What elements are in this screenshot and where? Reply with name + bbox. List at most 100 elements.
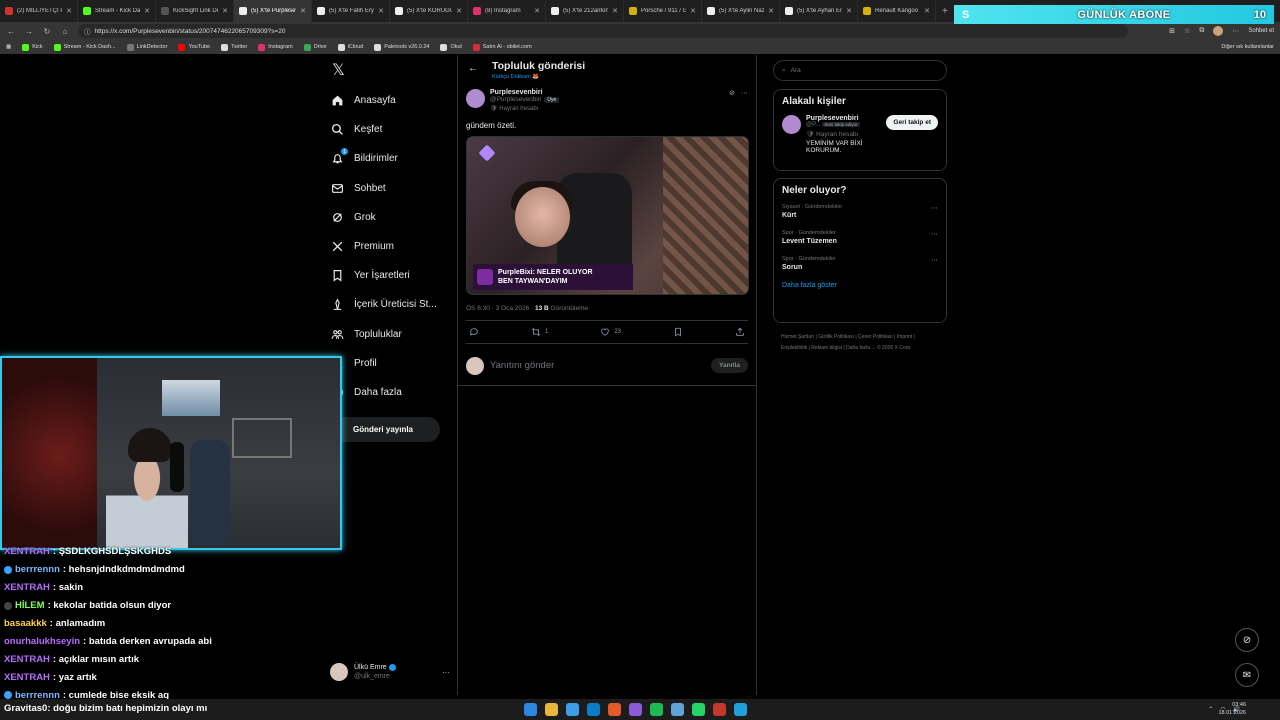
- repost-action[interactable]: 1: [531, 327, 548, 337]
- whatsapp-icon[interactable]: [692, 703, 705, 716]
- close-icon[interactable]: ✕: [768, 7, 774, 15]
- reply-action[interactable]: [469, 327, 479, 337]
- bookmark-item[interactable]: Drive: [303, 43, 327, 51]
- related-avatar[interactable]: [782, 115, 801, 134]
- bookmark-item[interactable]: YouTube: [178, 43, 210, 51]
- trend-item[interactable]: Siyaset · Gündemdekiler Kürt ⋯: [782, 204, 938, 219]
- related-handle[interactable]: @P...: [806, 122, 820, 128]
- post-button[interactable]: Gönderi yayınla: [326, 417, 440, 442]
- home-icon[interactable]: ⌂: [60, 27, 70, 36]
- nav-item-anasayfa[interactable]: Anasayfa: [326, 86, 456, 115]
- nav-item-bildirimler[interactable]: 1 Bildirimler: [326, 144, 456, 173]
- close-icon[interactable]: ✕: [612, 7, 618, 15]
- nav-item-topluluklar[interactable]: Topluluklar: [326, 320, 456, 349]
- nav-item-sohbet[interactable]: Sohbet: [326, 174, 456, 203]
- url-input[interactable]: ⓘ https://x.com/Purplesevenbiri/status/2…: [78, 24, 1128, 38]
- close-icon[interactable]: ✕: [378, 7, 384, 15]
- grok-float-button[interactable]: ⊘: [1235, 628, 1259, 652]
- like-action[interactable]: 23: [600, 327, 621, 337]
- close-icon[interactable]: ✕: [924, 7, 930, 15]
- search-input[interactable]: ⌕ Ara: [773, 60, 947, 81]
- discord-icon[interactable]: [629, 703, 642, 716]
- star-icon[interactable]: ☆: [1184, 27, 1190, 35]
- close-icon[interactable]: ✕: [222, 7, 228, 15]
- back-icon[interactable]: ←: [6, 27, 16, 36]
- bookmark-action[interactable]: [673, 327, 683, 337]
- forward-icon[interactable]: →: [24, 27, 34, 36]
- chevron-up-icon[interactable]: ⌃: [1208, 706, 1213, 713]
- author-name[interactable]: Purplesevenbiri: [490, 89, 559, 96]
- more-icon[interactable]: ⋯: [442, 668, 450, 677]
- nav-item-daha-fazla[interactable]: Daha fazla: [326, 378, 456, 407]
- trend-item[interactable]: Spor · Gündemdekiler Levent Tüzemen ⋯: [782, 230, 938, 245]
- steam-icon[interactable]: [587, 703, 600, 716]
- other-bookmarks[interactable]: Diğer sık kullanılanlar: [1221, 44, 1274, 50]
- trend-more-icon[interactable]: ⋯: [931, 256, 938, 271]
- browser-tab[interactable]: (2) MİLLİYETÇİ PA ✕: [0, 0, 78, 22]
- trend-item[interactable]: Spor · Gündemdekiler Sorun ⋯: [782, 256, 938, 271]
- nav-item-yer-i-aretleri[interactable]: Yer İşaretleri: [326, 261, 456, 290]
- browser-tab[interactable]: Porsche / 911 / GT ✕: [624, 0, 702, 22]
- related-name[interactable]: Purplesevenbiri: [806, 115, 881, 122]
- reply-button[interactable]: Yanıtla: [711, 358, 748, 373]
- browser-tab[interactable]: Stream - Kick Dash✕: [78, 0, 156, 22]
- bookmark-item[interactable]: Paletools v26.0.24: [374, 43, 429, 51]
- spotify-icon[interactable]: [650, 703, 663, 716]
- bookmark-item[interactable]: Twitter: [221, 43, 247, 51]
- profile-avatar[interactable]: [1213, 26, 1224, 36]
- nav-item-ke-fet[interactable]: Keşfet: [326, 115, 456, 144]
- post-more-icon[interactable]: ⋯: [741, 89, 748, 112]
- nav-item-i-erik-reticisi-st-[interactable]: İçerik Üreticisi St...: [326, 290, 456, 319]
- file-explorer-icon[interactable]: [545, 703, 558, 716]
- browser-tab[interactable]: (8) Instagram ✕: [468, 0, 546, 22]
- x-logo-icon[interactable]: 𝕏: [332, 60, 456, 86]
- edge-icon[interactable]: [566, 703, 579, 716]
- extensions-icon[interactable]: ⧉: [1199, 27, 1204, 35]
- trend-more-icon[interactable]: ⋯: [931, 204, 938, 219]
- footer-links[interactable]: Hizmet Şartları | Gizlilik Politikası | …: [781, 332, 941, 354]
- close-icon[interactable]: ✕: [456, 7, 462, 15]
- close-icon[interactable]: ✕: [300, 7, 306, 15]
- close-icon[interactable]: ✕: [66, 7, 72, 15]
- start-icon[interactable]: [524, 703, 537, 716]
- nav-item-profil[interactable]: Profil: [326, 349, 456, 378]
- post-time[interactable]: ÖS 6:30 · 3 Oca 2026 ·: [466, 305, 535, 312]
- bookmark-item[interactable]: Okul: [440, 43, 462, 51]
- browser-tab[interactable]: (5) X'te KÖRÜĞÜ "✕: [390, 0, 468, 22]
- browser-icon[interactable]: [608, 703, 621, 716]
- messages-float-button[interactable]: ✉: [1235, 663, 1259, 687]
- app-icon[interactable]: [713, 703, 726, 716]
- clock[interactable]: 03:46 18.01.2026: [1218, 701, 1246, 717]
- app-icon[interactable]: [734, 703, 747, 716]
- browser-tab[interactable]: (5) X'te Ayhan Erk ✕: [780, 0, 858, 22]
- browser-tab[interactable]: (5) X'te Aylin Naz ✕: [702, 0, 780, 22]
- site-info-icon[interactable]: ⓘ: [84, 26, 91, 36]
- show-more-link[interactable]: Daha fazla göster: [782, 282, 938, 289]
- apps-icon[interactable]: ▦: [6, 44, 11, 50]
- author-handle[interactable]: @Purplesevenbiri: [490, 96, 541, 103]
- translate-icon[interactable]: ⊞: [1169, 27, 1175, 35]
- browser-tab[interactable]: (5) X'te 212antoni ✕: [546, 0, 624, 22]
- browser-tab[interactable]: (5) X'te Purplesev ✕: [234, 0, 312, 22]
- bookmark-item[interactable]: Stream - Kick Dash...: [53, 43, 116, 51]
- close-icon[interactable]: ✕: [690, 7, 696, 15]
- nav-item-premium[interactable]: Premium: [326, 232, 456, 261]
- back-arrow-icon[interactable]: ←: [468, 63, 478, 74]
- new-tab-icon[interactable]: +: [936, 6, 954, 17]
- sohbet-button[interactable]: Sohbet et: [1248, 28, 1274, 34]
- app-icon[interactable]: [671, 703, 684, 716]
- share-action[interactable]: [735, 327, 745, 337]
- follow-back-button[interactable]: Geri takip et: [886, 115, 938, 130]
- bookmark-item[interactable]: iCloud: [337, 43, 363, 51]
- post-media[interactable]: PurpleBixi: NELER OLUYOR BEN TAYWAN'DAYI…: [466, 136, 749, 295]
- close-icon[interactable]: ✕: [144, 7, 150, 15]
- account-switcher[interactable]: Ülkü Emre @ulk_emre ⋯: [330, 660, 450, 684]
- community-link[interactable]: Kürkçü Dükkanı 🦊: [492, 74, 585, 80]
- bookmark-item[interactable]: Kick: [22, 43, 43, 51]
- bookmark-item[interactable]: Satın Al - obilet.com: [472, 43, 532, 51]
- grok-icon[interactable]: ⊘: [729, 89, 735, 112]
- bookmark-item[interactable]: LinkDetector: [126, 43, 167, 51]
- trend-more-icon[interactable]: ⋯: [931, 230, 938, 245]
- browser-tab[interactable]: KickSight Link Dete ✕: [156, 0, 234, 22]
- bookmark-item[interactable]: Instagram: [258, 43, 293, 51]
